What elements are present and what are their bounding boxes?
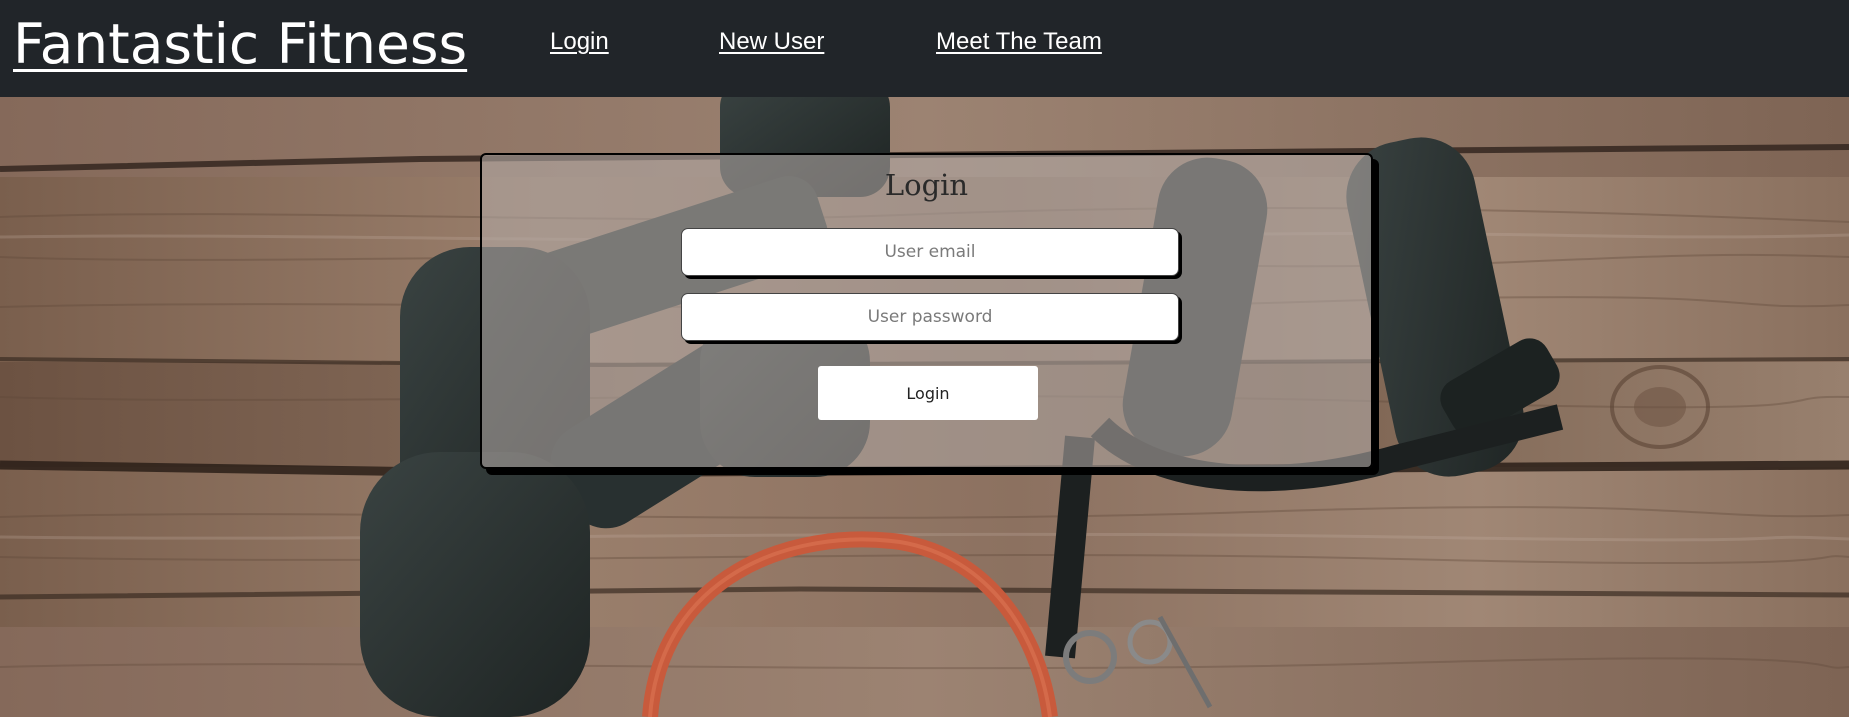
brand-link[interactable]: Fantastic Fitness <box>13 9 467 79</box>
nav-new-user-link[interactable]: New User <box>719 26 824 58</box>
login-title: Login <box>884 168 969 202</box>
email-field[interactable] <box>681 228 1179 276</box>
nav-meet-the-team-link[interactable]: Meet The Team <box>936 26 1102 58</box>
nav-login-link[interactable]: Login <box>550 26 609 58</box>
login-card: Login Login <box>480 153 1373 469</box>
password-field[interactable] <box>681 293 1179 341</box>
top-navbar: Fantastic Fitness Login New User Meet Th… <box>0 0 1849 97</box>
login-button[interactable]: Login <box>818 366 1038 420</box>
